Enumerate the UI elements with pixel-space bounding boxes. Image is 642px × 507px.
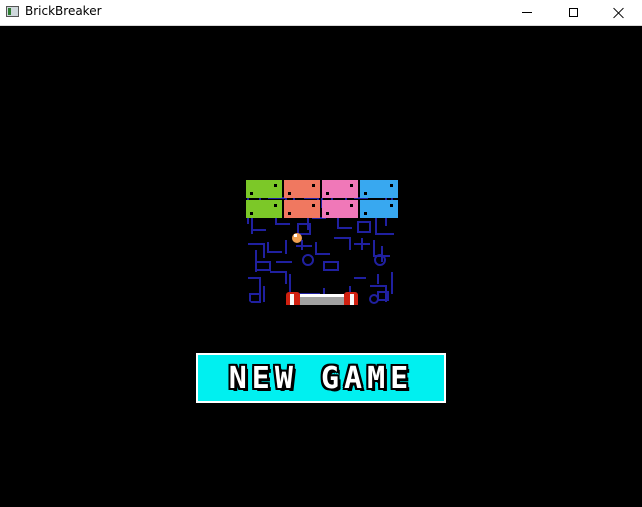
new-game-button[interactable]: NEW GAME xyxy=(196,353,446,403)
brickbreaker-logo xyxy=(246,154,398,305)
maximize-icon xyxy=(568,8,578,17)
close-button[interactable] xyxy=(596,0,642,25)
game-canvas[interactable]: NEW GAME xyxy=(0,26,642,507)
maximize-button[interactable] xyxy=(550,0,596,25)
logo-art xyxy=(246,154,398,305)
minimize-icon xyxy=(522,12,532,13)
close-icon xyxy=(613,7,625,19)
title-bar: BrickBreaker xyxy=(0,0,642,26)
minimize-button[interactable] xyxy=(504,0,550,25)
app-window-icon xyxy=(6,6,19,17)
new-game-label: NEW GAME xyxy=(228,360,414,396)
window-title: BrickBreaker xyxy=(25,4,102,18)
